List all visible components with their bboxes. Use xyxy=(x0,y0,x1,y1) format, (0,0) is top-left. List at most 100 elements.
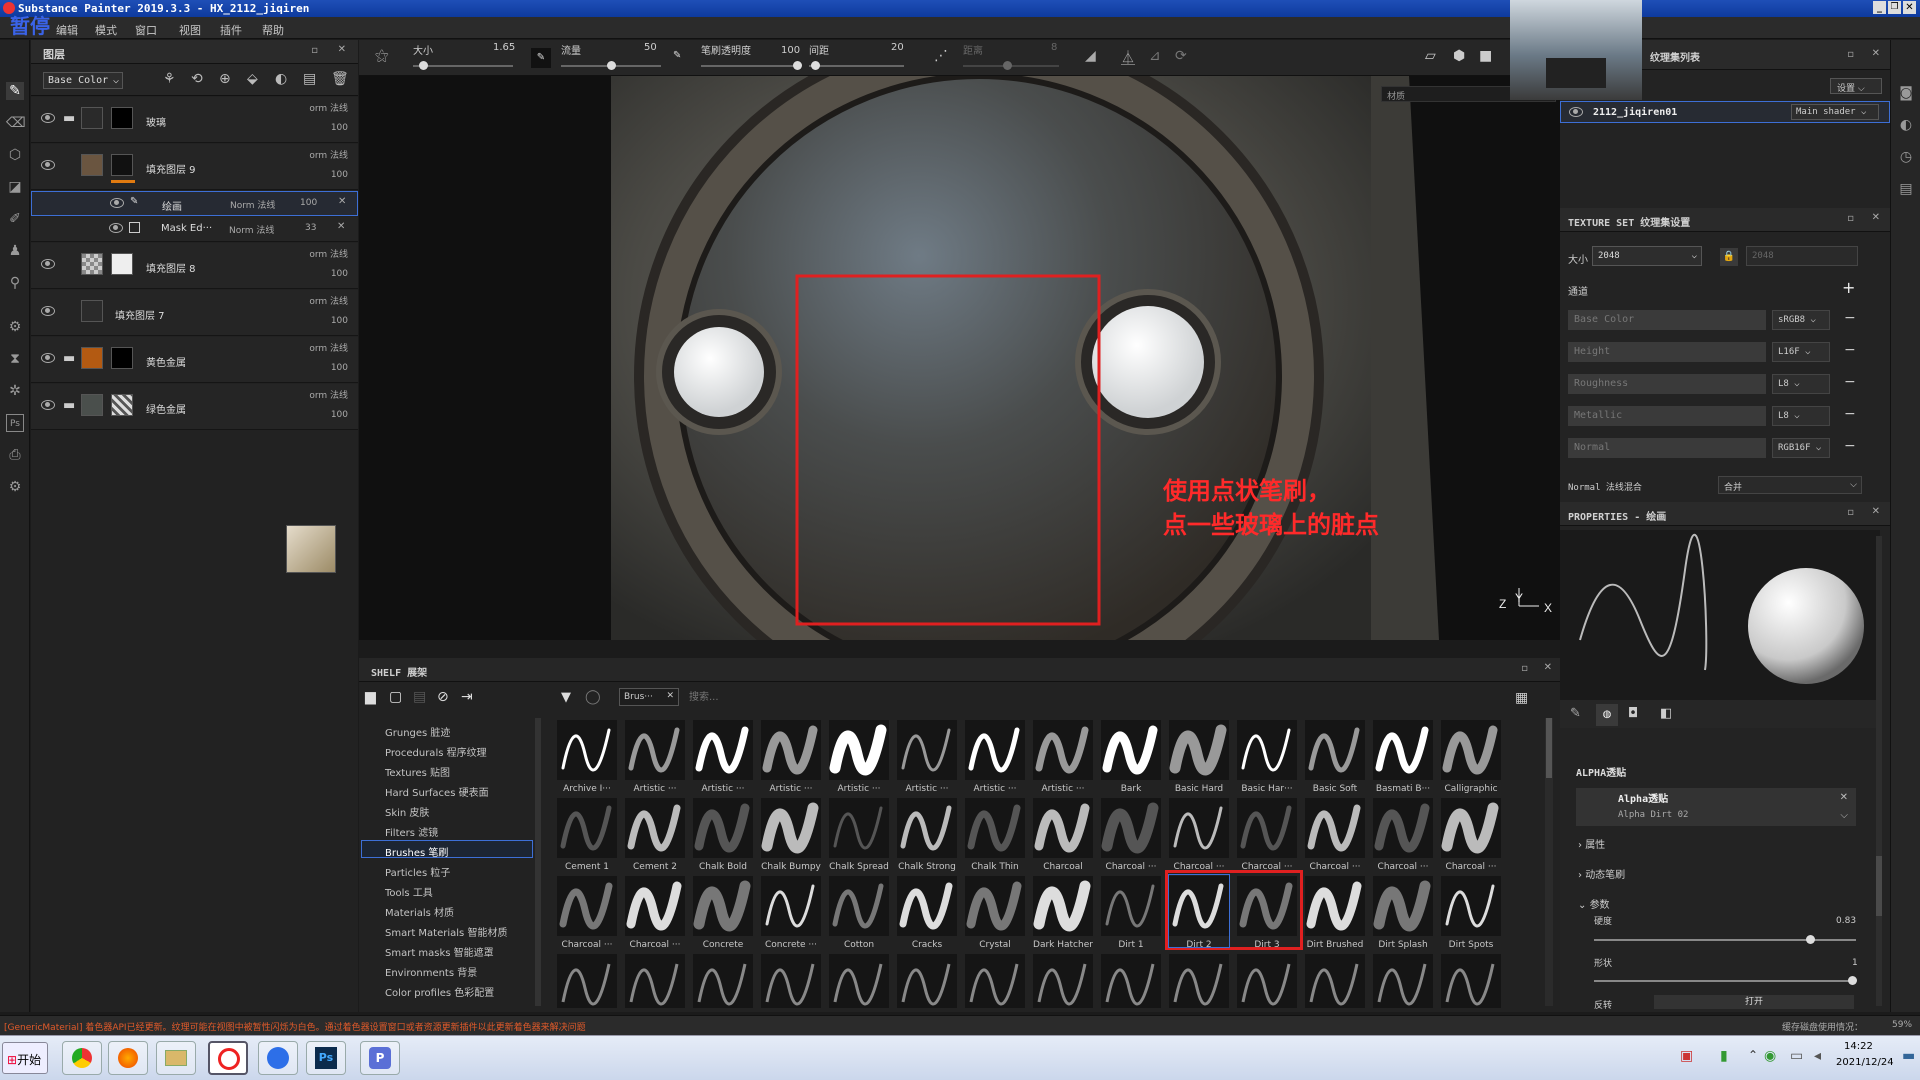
remove-filter-icon[interactable]: ✕ xyxy=(666,691,674,701)
brush-tile-partial[interactable] xyxy=(963,952,1027,1008)
brush-tile-partial[interactable] xyxy=(895,952,959,1008)
tray-volume-icon[interactable]: ◂ xyxy=(1814,1048,1821,1064)
hide-icon[interactable]: ⊘ xyxy=(437,689,449,705)
texture-set-settings-button[interactable]: 设置 ⌵ xyxy=(1830,78,1882,94)
close-window-icon[interactable]: ✕ xyxy=(1903,1,1916,14)
section-attributes[interactable]: › 属性 xyxy=(1578,836,1605,851)
smudge-icon[interactable]: ✐ xyxy=(6,210,24,228)
grid-view-icon[interactable]: ▦ xyxy=(1515,690,1528,706)
layer-row-fill-8[interactable]: 填充图层 8 orm 法线 100 xyxy=(31,243,358,289)
eraser-icon[interactable]: ⌫ xyxy=(6,114,26,132)
remove-effect-icon[interactable]: ✕ xyxy=(337,221,345,232)
brush-tile[interactable]: Cement 2 xyxy=(623,796,687,874)
channel-normal[interactable]: Normal xyxy=(1568,438,1766,458)
brush-tile[interactable]: Chalk Spread xyxy=(827,796,891,874)
brush-tile[interactable]: Bark xyxy=(1099,718,1163,796)
symmetry-icon[interactable]: ⚝ xyxy=(375,48,389,64)
effect-opacity[interactable]: 100 xyxy=(300,198,317,208)
tab-brush-icon[interactable]: ✎ xyxy=(1570,706,1581,721)
spacing-slider-knob[interactable] xyxy=(811,61,820,70)
import-icon[interactable]: ⇥ xyxy=(461,689,473,705)
distance-slider[interactable] xyxy=(963,61,1059,70)
brush-tile-partial[interactable] xyxy=(759,952,823,1008)
visibility-eye-icon[interactable] xyxy=(41,113,55,123)
delete-layer-icon[interactable]: 🗑 xyxy=(331,71,349,87)
menu-plugins[interactable]: 插件 xyxy=(220,22,242,38)
log-icon[interactable]: ▤ xyxy=(1897,180,1915,198)
texture-size-select[interactable]: 2048 ⌵ xyxy=(1592,246,1702,266)
visibility-eye-icon[interactable] xyxy=(41,306,55,316)
camera-settings-icon[interactable]: ◙ xyxy=(1897,84,1915,102)
layer-opacity[interactable]: 100 xyxy=(331,269,348,279)
category-particles[interactable]: Particles 粒子 xyxy=(385,864,450,879)
category-procedurals[interactable]: Procedurals 程序纹理 xyxy=(385,744,487,759)
brush-tile-partial[interactable] xyxy=(691,952,755,1008)
category-materials[interactable]: Materials 材质 xyxy=(385,904,454,919)
mirror-y-icon[interactable]: ⊿ xyxy=(1149,48,1161,64)
shelf-search-input[interactable] xyxy=(689,688,1329,706)
close-panel-icon[interactable]: ✕ xyxy=(1872,48,1880,59)
visibility-eye-icon[interactable] xyxy=(110,198,124,208)
chevron-down-icon[interactable]: ⌵ xyxy=(1840,810,1848,821)
close-panel-icon[interactable]: ✕ xyxy=(1872,212,1880,223)
layer-row-green-metal[interactable]: ▬ 绿色金属 orm 法线 100 xyxy=(31,384,358,430)
remove-channel-icon[interactable]: − xyxy=(1844,406,1856,422)
float-panel-icon[interactable]: ▫ xyxy=(1847,213,1854,224)
brush-tile[interactable]: Concrete xyxy=(691,874,755,952)
brush-opacity-value[interactable]: 100 xyxy=(781,45,800,56)
channel-select[interactable]: Base Color ⌵ xyxy=(43,72,123,89)
add-channel-icon[interactable]: + xyxy=(1842,278,1855,297)
normal-mix-select[interactable]: 合并 ⌵ xyxy=(1718,476,1862,494)
brush-tile[interactable]: Crystal xyxy=(963,874,1027,952)
close-panel-icon[interactable]: ✕ xyxy=(338,44,346,55)
taskbar-app-p[interactable]: P xyxy=(360,1041,400,1075)
brush-tile[interactable]: Cement 1 xyxy=(555,796,619,874)
lazy-mouse-icon[interactable]: ⋰ xyxy=(934,48,948,64)
settings-icon[interactable]: ✲ xyxy=(6,382,24,400)
filter-tag[interactable]: Brus··· ✕ xyxy=(619,688,679,706)
hardness-slider[interactable] xyxy=(1594,935,1856,944)
magic-wand-icon[interactable]: ⚘ xyxy=(163,71,176,87)
section-params[interactable]: ⌄ 参数 xyxy=(1578,896,1610,911)
shape-value[interactable]: 1 xyxy=(1852,958,1858,968)
layer-opacity[interactable]: 100 xyxy=(331,410,348,420)
tray-expand-icon[interactable]: ⌃ xyxy=(1748,1048,1758,1062)
taskbar-substance[interactable] xyxy=(208,1041,248,1075)
layer-opacity[interactable]: 100 xyxy=(331,123,348,133)
flow-slider[interactable] xyxy=(561,61,661,70)
plugin-icon[interactable]: ⚙ xyxy=(6,478,24,496)
brush-tile[interactable]: Artistic ··· xyxy=(827,718,891,796)
visibility-eye-icon[interactable] xyxy=(41,353,55,363)
add-mask-icon[interactable]: ◐ xyxy=(275,71,287,87)
camera-icon[interactable]: ■ xyxy=(1479,48,1492,64)
add-fill-layer-icon[interactable]: ⬙ xyxy=(247,71,258,87)
taskbar-photoshop[interactable]: Ps xyxy=(306,1041,346,1075)
3d-viewport[interactable]: Y Z X 材质 使用点状笔刷， 点一些玻璃上的脏点 xyxy=(359,76,1560,640)
effect-row-mask-editor[interactable]: Mask Ed··· Norm 法线 33 ✕ xyxy=(31,217,358,242)
category-environments[interactable]: Environments 背景 xyxy=(385,964,477,979)
category-skin[interactable]: Skin 皮肤 xyxy=(385,804,429,819)
category-grunges[interactable]: Grunges 脏迹 xyxy=(385,724,450,739)
effect-row-paint[interactable]: ✎ 绘画 Norm 法线 100 ✕ xyxy=(31,191,358,216)
brush-tile[interactable]: Charcoal ··· xyxy=(555,874,619,952)
remove-channel-icon[interactable]: − xyxy=(1844,342,1856,358)
brush-tile[interactable]: Basmati B··· xyxy=(1371,718,1435,796)
tray-network-icon[interactable]: ◉ xyxy=(1764,1048,1776,1064)
brush-tile[interactable]: Charcoal ··· xyxy=(1371,796,1435,874)
close-panel-icon[interactable]: ✕ xyxy=(1544,662,1552,673)
menu-mode[interactable]: 模式 xyxy=(95,22,117,38)
flow-slider-knob[interactable] xyxy=(607,61,616,70)
taskbar-chrome[interactable] xyxy=(62,1041,102,1075)
brush-tile[interactable]: Artistic ··· xyxy=(759,718,823,796)
color-picker-icon[interactable]: ⚲ xyxy=(6,274,24,292)
restore-icon[interactable]: ❐ xyxy=(1888,1,1901,14)
brush-tile[interactable]: Chalk Bumpy xyxy=(759,796,823,874)
texture-set-item[interactable]: 2112_jiqiren01 Main shader ⌵ xyxy=(1560,101,1890,123)
photoshop-export-icon[interactable]: Ps xyxy=(6,414,24,432)
taskbar-explorer[interactable] xyxy=(156,1041,196,1075)
display-settings-icon[interactable]: ◐ xyxy=(1897,116,1915,134)
size-slider[interactable] xyxy=(413,61,513,70)
start-button[interactable]: ⊞开始 xyxy=(2,1042,48,1074)
folder-icon[interactable]: ▆ xyxy=(365,689,376,705)
hardness-value[interactable]: 0.83 xyxy=(1836,916,1856,926)
